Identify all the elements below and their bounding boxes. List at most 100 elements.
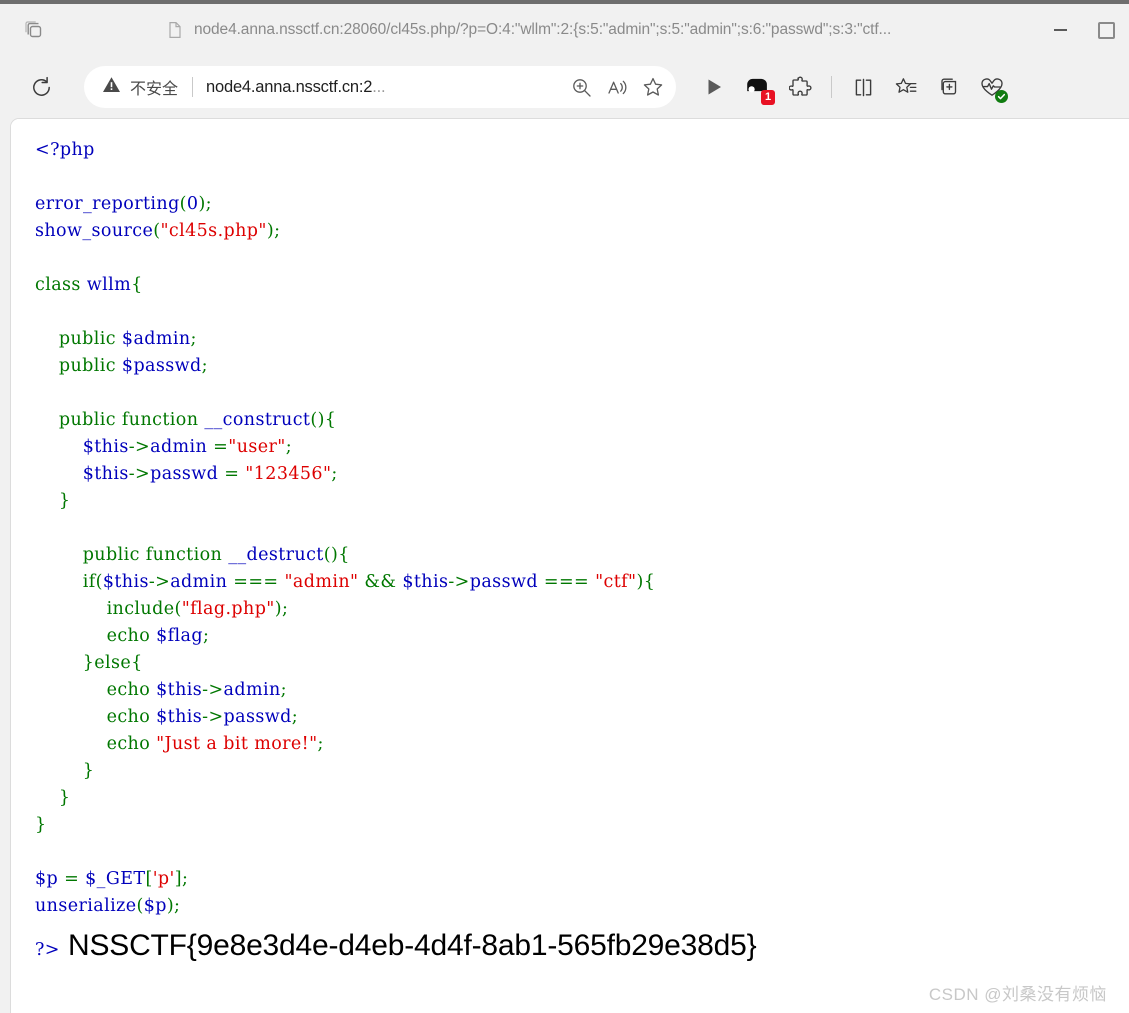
code-token: "user"	[228, 437, 286, 457]
code-token: if(	[82, 572, 103, 592]
code-token: public	[58, 356, 116, 376]
web-page-content: <?php error_reporting(0); show_source("c…	[11, 119, 1129, 1013]
code-token: ;	[190, 329, 197, 349]
php-source-listing: <?php error_reporting(0); show_source("c…	[11, 119, 1129, 920]
code-token: $passwd	[121, 356, 202, 376]
code-token: class	[35, 275, 81, 295]
code-token: ;	[291, 707, 298, 727]
zoom-in-icon[interactable]	[564, 70, 598, 104]
toolbar-right-icons: 1	[694, 67, 1012, 107]
favorites-list-icon[interactable]	[886, 67, 926, 107]
browser-window: node4.anna.nssctf.cn:28060/cl45s.php/?p=…	[0, 0, 1129, 1013]
essentials-status-badge	[995, 90, 1008, 103]
code-token: 'p'	[152, 869, 175, 889]
toolbar-divider	[831, 76, 832, 98]
code-token: }	[35, 653, 95, 673]
code-token: ->	[202, 707, 224, 727]
tab-strip: node4.anna.nssctf.cn:28060/cl45s.php/?p=…	[0, 4, 1129, 56]
code-token: public	[82, 545, 140, 565]
minimize-button[interactable]	[1037, 4, 1083, 56]
copilot-icon[interactable]: 1	[737, 67, 777, 107]
code-token: ->	[448, 572, 470, 592]
code-token: function	[145, 545, 223, 565]
security-indicator[interactable]: 不安全	[102, 75, 178, 99]
code-token: admin	[150, 437, 208, 457]
code-token: =	[207, 437, 229, 457]
code-token: {	[131, 275, 143, 295]
play-icon[interactable]	[694, 67, 734, 107]
code-token: admin	[223, 680, 281, 700]
code-token: public	[58, 410, 116, 430]
code-token: echo	[106, 680, 151, 700]
code-token: =	[58, 869, 86, 889]
code-token: function	[121, 410, 199, 430]
code-token: ->	[148, 572, 171, 592]
document-icon	[166, 21, 184, 39]
add-favorite-icon[interactable]	[636, 70, 670, 104]
code-token: $this	[82, 464, 129, 484]
url-ellipsis: ...	[372, 77, 386, 96]
code-token: (){	[323, 545, 350, 565]
warning-triangle-icon	[102, 75, 121, 99]
read-aloud-icon[interactable]	[600, 70, 634, 104]
collections-icon[interactable]	[929, 67, 969, 107]
tab-actions-icon[interactable]	[14, 14, 54, 46]
browser-essentials-icon[interactable]	[972, 67, 1012, 107]
copilot-badge-count: 1	[761, 90, 775, 105]
code-token: &&	[358, 572, 403, 592]
code-token: passwd	[469, 572, 538, 592]
code-token: ===	[537, 572, 596, 592]
code-token: passwd	[223, 707, 292, 727]
code-token: wllm	[86, 275, 132, 295]
code-token: (	[136, 896, 144, 916]
flag-text: NSSCTF{9e8e3d4e-d4eb-4d4f-8ab1-565fb29e3…	[68, 929, 757, 962]
code-token: "123456"	[245, 464, 332, 484]
maximize-button[interactable]	[1083, 4, 1129, 56]
split-screen-icon[interactable]	[843, 67, 883, 107]
code-token: }	[35, 788, 71, 808]
code-token: );	[198, 194, 212, 214]
code-token: $this	[156, 707, 203, 727]
browser-tab[interactable]: node4.anna.nssctf.cn:28060/cl45s.php/?p=…	[158, 12, 899, 48]
code-token: (	[174, 599, 182, 619]
extensions-puzzle-icon[interactable]	[780, 67, 820, 107]
code-token: $admin	[121, 329, 191, 349]
code-token: echo	[106, 626, 151, 646]
code-token: ;	[202, 626, 210, 646]
code-token: $this	[156, 680, 203, 700]
code-token: __destruct	[228, 545, 324, 565]
code-token: ;	[285, 437, 293, 457]
code-token: );	[266, 221, 281, 241]
code-token: "flag.php"	[181, 599, 275, 619]
address-bar[interactable]: 不安全 node4.anna.nssctf.cn:2...	[84, 66, 676, 108]
code-token: [	[145, 869, 153, 889]
tab-title: node4.anna.nssctf.cn:28060/cl45s.php/?p=…	[194, 21, 892, 38]
code-token: $this	[82, 437, 129, 457]
code-token: $_GET	[85, 869, 146, 889]
php-close-tag: ?>	[35, 940, 60, 960]
code-token: $this	[402, 572, 449, 592]
code-token: $flag	[156, 626, 203, 646]
code-token: echo	[106, 707, 151, 727]
browser-toolbar: 不安全 node4.anna.nssctf.cn:2... 1	[0, 56, 1129, 118]
code-token: "ctf"	[595, 572, 637, 592]
code-token: $this	[102, 572, 149, 592]
code-token: ;	[201, 356, 208, 376]
code-token: show_source	[35, 221, 154, 241]
url-text[interactable]: node4.anna.nssctf.cn:2...	[206, 78, 562, 97]
code-token: "Just a bit more!"	[156, 734, 318, 754]
code-token: (){	[310, 410, 337, 430]
code-token: 0	[186, 194, 199, 214]
code-token: "admin"	[284, 572, 359, 592]
reload-icon[interactable]	[22, 68, 60, 106]
